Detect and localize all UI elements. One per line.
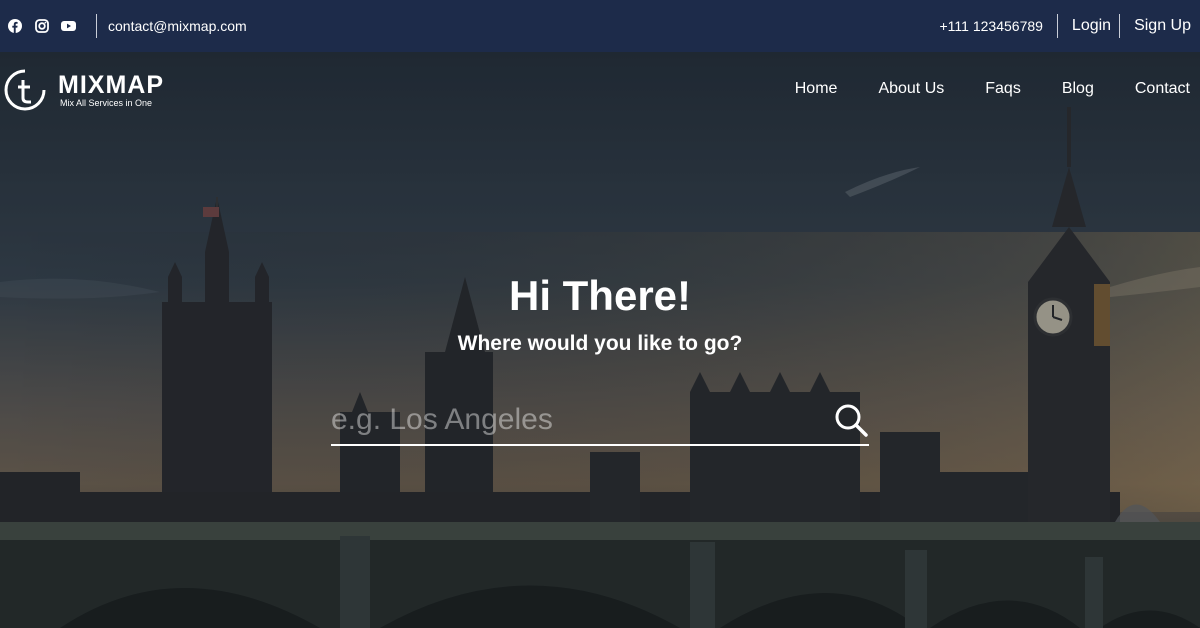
main-nav: Home About Us Faqs Blog Contact bbox=[754, 80, 1190, 98]
login-link[interactable]: Login bbox=[1058, 17, 1119, 35]
search-icon[interactable] bbox=[833, 402, 869, 438]
hero-subtitle: Where would you like to go? bbox=[457, 332, 743, 355]
nav-blog[interactable]: Blog bbox=[1062, 80, 1094, 98]
social-links bbox=[0, 19, 76, 34]
brand-logo[interactable]: MIXMAP Mix All Services in One bbox=[4, 69, 164, 111]
hero-title: Hi There! bbox=[508, 272, 692, 319]
destination-search-input[interactable] bbox=[331, 400, 821, 440]
hero-section: MIXMAP Mix All Services in One Home Abou… bbox=[0, 52, 1200, 628]
logo-text: MIXMAP Mix All Services in One bbox=[58, 72, 164, 109]
nav-home[interactable]: Home bbox=[795, 80, 838, 98]
instagram-icon[interactable] bbox=[34, 19, 49, 34]
destination-search bbox=[331, 394, 869, 446]
brand-tagline: Mix All Services in One bbox=[60, 97, 153, 108]
nav-contact[interactable]: Contact bbox=[1135, 80, 1190, 98]
nav-faqs[interactable]: Faqs bbox=[985, 80, 1021, 98]
facebook-icon[interactable] bbox=[7, 19, 22, 34]
logo-mark-icon bbox=[4, 69, 46, 111]
nav-about-us[interactable]: About Us bbox=[878, 80, 944, 98]
contact-phone[interactable]: +111 123456789 bbox=[940, 18, 1043, 34]
top-right-links: +111 123456789 Login Sign Up bbox=[940, 0, 1200, 52]
top-bar: contact@mixmap.com +111 123456789 Login … bbox=[0, 0, 1200, 52]
youtube-icon[interactable] bbox=[61, 19, 76, 34]
divider bbox=[96, 14, 97, 38]
contact-email[interactable]: contact@mixmap.com bbox=[108, 18, 247, 34]
brand-name: MIXMAP bbox=[58, 70, 164, 99]
signup-link[interactable]: Sign Up bbox=[1120, 17, 1200, 35]
